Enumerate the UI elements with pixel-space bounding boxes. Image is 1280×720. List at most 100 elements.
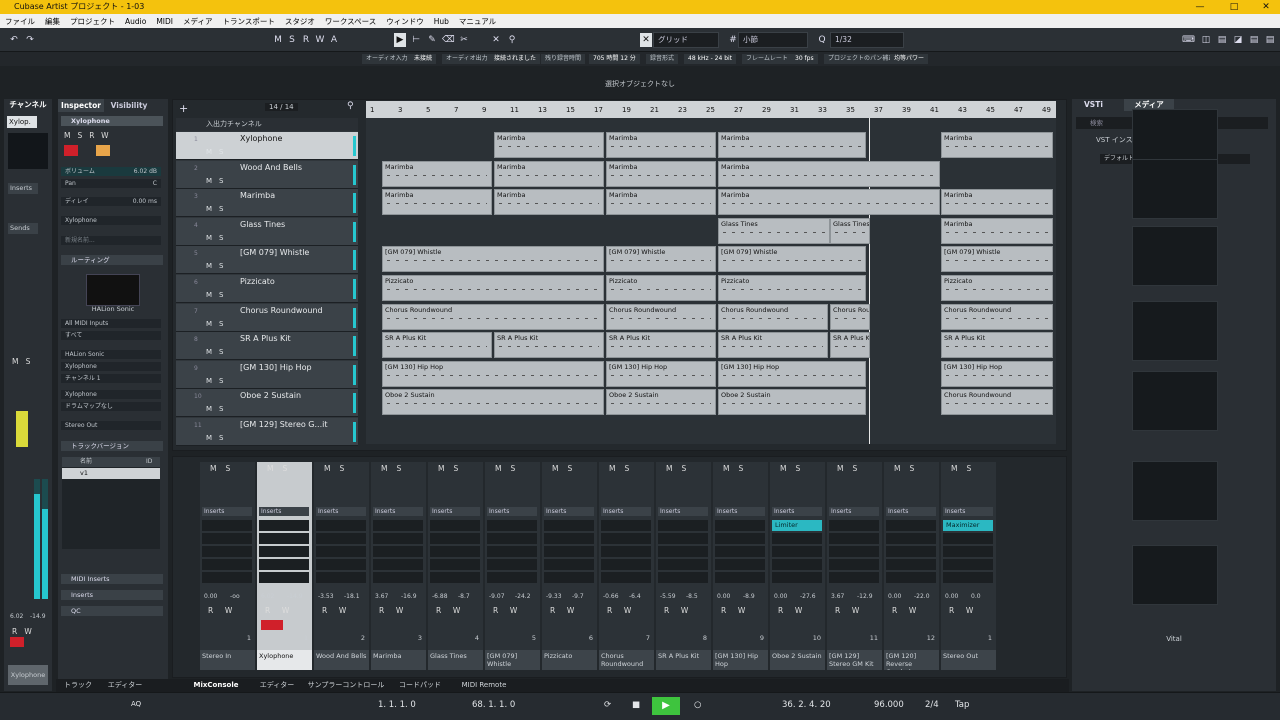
tab-editor[interactable]: エディター xyxy=(254,679,300,692)
read-write-buttons[interactable]: RW xyxy=(778,606,814,615)
inspector-tab[interactable]: Inspector xyxy=(58,99,104,112)
mute-solo-buttons[interactable]: MS xyxy=(666,464,695,473)
mode-s-button[interactable]: S xyxy=(286,33,298,47)
close-button[interactable]: ✕ xyxy=(1246,0,1280,14)
midi-part[interactable]: Marimba xyxy=(606,189,716,216)
menu-item[interactable]: マニュアル xyxy=(454,16,501,27)
track-controls[interactable]: MS xyxy=(206,348,230,356)
channel-name[interactable]: Wood And Bells xyxy=(314,650,369,670)
inserts-header[interactable]: Inserts xyxy=(829,507,879,516)
channel-name[interactable]: Xylophone xyxy=(257,650,312,670)
mute-solo-buttons[interactable]: MS xyxy=(324,464,353,473)
stereo-out-select[interactable]: Stereo Out xyxy=(61,421,161,430)
insert-slot[interactable] xyxy=(715,572,765,583)
insert-slot[interactable] xyxy=(316,533,366,544)
menu-item[interactable]: トランスポート xyxy=(217,16,279,27)
midi-part[interactable]: Marimba xyxy=(494,132,604,158)
mute-solo-buttons[interactable]: MS xyxy=(495,464,524,473)
read-write-buttons[interactable]: RW xyxy=(436,606,472,615)
insert-slot[interactable] xyxy=(544,533,594,544)
tab-track[interactable]: トラック xyxy=(58,679,98,692)
plugin-thumbnail[interactable] xyxy=(1132,545,1218,605)
mute-solo-buttons[interactable]: MS xyxy=(438,464,467,473)
read-write-buttons[interactable]: RW xyxy=(664,606,700,615)
insert-slot[interactable] xyxy=(202,533,252,544)
channel-name[interactable]: Stereo In xyxy=(200,650,255,670)
midi-part[interactable]: Pizzicato xyxy=(941,275,1053,301)
track-controls[interactable]: MS xyxy=(206,320,230,328)
insert-slot[interactable] xyxy=(772,572,822,583)
channel-name[interactable]: [GM 079] Whistle xyxy=(485,650,540,670)
layout-right-icon[interactable]: ◪ xyxy=(1232,33,1244,47)
inspector-monitor-button[interactable] xyxy=(96,145,110,156)
read-write-buttons[interactable]: RW xyxy=(265,606,301,615)
read-write-buttons[interactable]: RW xyxy=(892,606,928,615)
plugin-thumbnail[interactable] xyxy=(1132,159,1218,219)
inspector-volume[interactable]: ボリューム 6.02 dB xyxy=(61,167,161,176)
menu-item[interactable]: ウィンドウ xyxy=(381,16,429,27)
output-instrument-select[interactable]: HALion Sonic xyxy=(61,350,161,359)
midi-part[interactable]: [GM 079] Whistle xyxy=(606,246,716,273)
ruler[interactable]: 1 3 5 7 9 11 13 15 17 19 21 23 25 27 29 31 33 35 37 39 41 43 4… xyxy=(366,101,1056,118)
insert-slot[interactable] xyxy=(316,559,366,570)
mixer-channel[interactable]: MS Inserts 0.00 -oo RW 1 Stereo In xyxy=(200,462,255,670)
read-write-buttons[interactable]: RW xyxy=(322,606,358,615)
auto-quantize-toggle[interactable]: AQ xyxy=(131,700,141,708)
insert-slot[interactable] xyxy=(373,520,423,531)
inserts-header[interactable]: Inserts xyxy=(658,507,708,516)
insert-slot[interactable] xyxy=(601,572,651,583)
output-channel-select[interactable]: チャンネル 1 xyxy=(61,374,161,383)
midi-part[interactable]: Marimba xyxy=(382,160,492,187)
read-write-buttons[interactable]: RW xyxy=(721,606,757,615)
insert-slot[interactable] xyxy=(601,546,651,557)
mute-solo-buttons[interactable]: MS xyxy=(609,464,638,473)
track-controls[interactable]: MS xyxy=(206,405,230,413)
insert-slot[interactable] xyxy=(886,559,936,570)
inserts-header[interactable]: Inserts xyxy=(601,507,651,516)
midi-part[interactable]: Pizzicato xyxy=(606,275,716,301)
midi-part[interactable]: SR A Plus Kit xyxy=(830,332,870,359)
midi-part[interactable]: Pizzicato xyxy=(718,275,866,301)
channel-tab[interactable]: チャンネル xyxy=(4,99,52,111)
midi-part[interactable]: Marimba xyxy=(941,217,1053,244)
insert-slot[interactable] xyxy=(202,546,252,557)
channel-name[interactable]: [GM 120] Reverse Cymbal xyxy=(884,650,939,670)
mode-w-button[interactable]: W xyxy=(314,33,326,47)
mute-solo-buttons[interactable]: MS xyxy=(780,464,809,473)
plugin-name[interactable]: Vital xyxy=(1072,635,1276,643)
insert-slot[interactable] xyxy=(316,546,366,557)
read-write-buttons[interactable]: RW xyxy=(607,606,643,615)
insert-slot[interactable] xyxy=(202,559,252,570)
keyboard-icon[interactable]: ⌨ xyxy=(1182,33,1195,47)
mute-solo-buttons[interactable]: MS xyxy=(894,464,923,473)
track-row[interactable]: 11 [GM 129] Stereo G...it MS xyxy=(176,418,358,446)
quantize-select[interactable]: 1/32 xyxy=(830,32,904,48)
record-enable-button[interactable] xyxy=(261,620,283,630)
insert-slot[interactable] xyxy=(373,546,423,557)
midi-part[interactable]: Glass Tines xyxy=(830,217,870,244)
insert-slot[interactable] xyxy=(202,572,252,583)
drum-instrument-select[interactable]: Xylophone xyxy=(61,390,161,399)
midi-part[interactable]: Marimba xyxy=(941,189,1053,216)
layout-info-icon[interactable]: ▤ xyxy=(1248,33,1260,47)
menu-item[interactable]: MIDI xyxy=(151,17,178,26)
tab-sampler[interactable]: サンプラーコントロール xyxy=(306,679,386,692)
object-select-tool-icon[interactable]: ▶ xyxy=(394,33,406,47)
plugin-thumbnail[interactable] xyxy=(1132,461,1218,521)
midi-part[interactable]: Chorus Roundwound xyxy=(718,303,828,330)
midi-part[interactable]: [GM 130] Hip Hop xyxy=(382,360,604,387)
midi-inserts-section[interactable]: MIDI Inserts xyxy=(61,574,163,584)
midi-part[interactable]: SR A Plus Kit xyxy=(606,332,716,359)
insert-slot[interactable] xyxy=(658,546,708,557)
insert-slot[interactable] xyxy=(430,559,480,570)
insert-slot[interactable] xyxy=(715,546,765,557)
insert-slot[interactable] xyxy=(715,533,765,544)
midi-part[interactable]: Oboe 2 Sustain xyxy=(382,389,604,416)
snap-toggle-icon[interactable]: ✕ xyxy=(640,33,652,47)
tab-midi-remote[interactable]: MIDI Remote xyxy=(454,679,514,692)
midi-part[interactable]: [GM 079] Whistle xyxy=(718,246,866,273)
insert-slot[interactable] xyxy=(373,559,423,570)
midi-part[interactable]: [GM 130] Hip Hop xyxy=(606,360,716,387)
mixer-channel[interactable]: MS Inserts Maximizer 0.00 0.0 RW 1 Stereo Out xyxy=(941,462,996,670)
track-controls[interactable]: MS xyxy=(206,377,230,385)
